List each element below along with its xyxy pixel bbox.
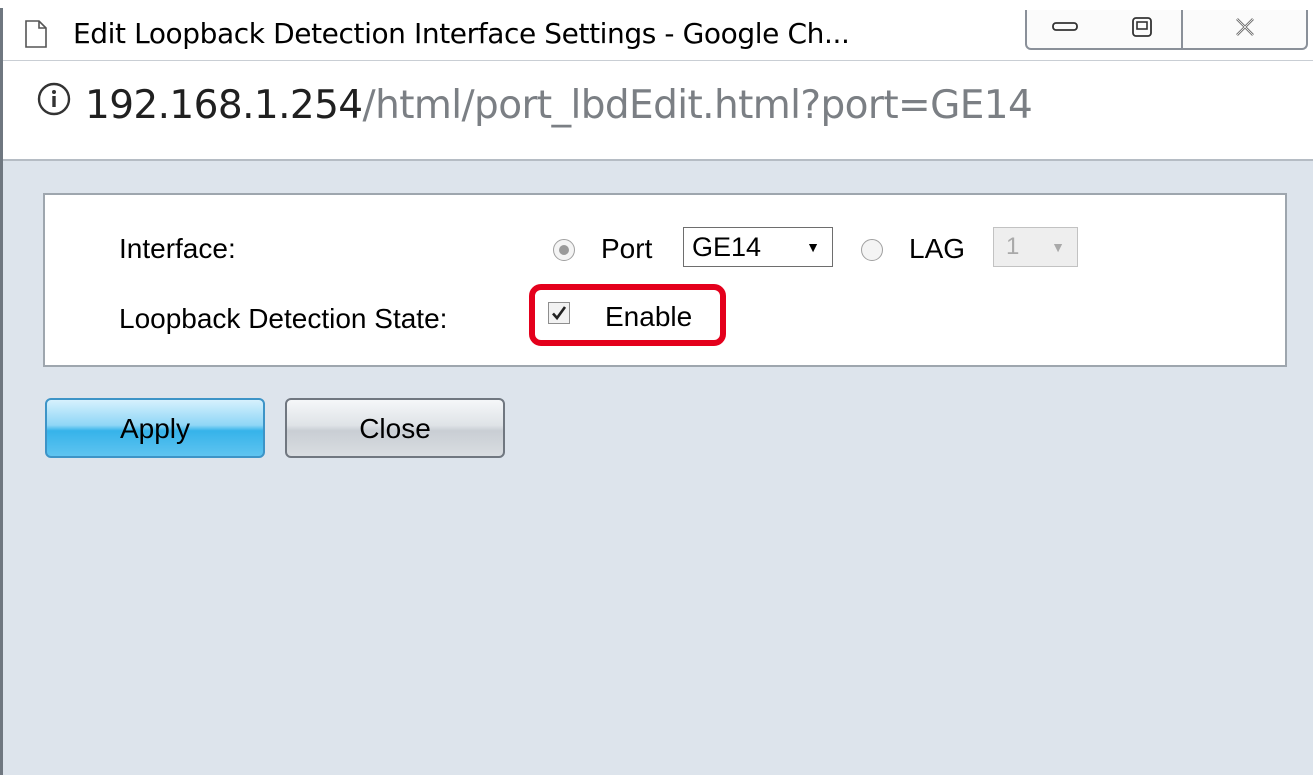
close-button[interactable]: Close: [285, 398, 505, 458]
popup-window: Edit Loopback Detection Interface Settin…: [0, 8, 1313, 775]
lag-select-value: 1: [1006, 233, 1020, 260]
enable-label[interactable]: Enable: [605, 301, 692, 333]
address-bar[interactable]: 192.168.1.254/html/port_lbdEdit.html?por…: [3, 61, 1313, 161]
checkmark-icon: [552, 306, 567, 321]
page-icon: [25, 20, 47, 53]
window-close-button[interactable]: [1183, 10, 1308, 50]
dropdown-arrow-icon: ▼: [806, 239, 820, 255]
url-path: /html/port_lbdEdit.html?port=GE14: [362, 83, 1033, 128]
url-host: 192.168.1.254: [85, 83, 363, 128]
lag-select[interactable]: 1 ▼: [993, 227, 1078, 267]
dropdown-arrow-icon: ▼: [1051, 239, 1065, 255]
port-radio[interactable]: [553, 239, 575, 261]
lag-radio[interactable]: [861, 239, 883, 261]
port-select[interactable]: GE14 ▼: [683, 227, 833, 267]
port-select-value: GE14: [692, 232, 762, 262]
minimize-button[interactable]: [1025, 10, 1105, 50]
interface-label: Interface:: [119, 233, 236, 264]
maximize-icon: [1131, 16, 1153, 43]
window-title: Edit Loopback Detection Interface Settin…: [73, 17, 850, 50]
info-icon[interactable]: [36, 81, 72, 122]
maximize-button[interactable]: [1103, 10, 1183, 50]
apply-button[interactable]: Apply: [45, 398, 265, 458]
settings-panel: Interface: Port GE14 ▼ LAG 1 ▼ Loopback …: [43, 193, 1287, 367]
lag-radio-label[interactable]: LAG: [909, 233, 965, 265]
loopback-detection-state-label: Loopback Detection State:: [119, 303, 448, 334]
title-bar: Edit Loopback Detection Interface Settin…: [3, 8, 1313, 61]
port-radio-label[interactable]: Port: [601, 233, 652, 265]
enable-checkbox[interactable]: [548, 302, 570, 324]
url-text[interactable]: 192.168.1.254/html/port_lbdEdit.html?por…: [85, 61, 1033, 151]
close-icon: [1233, 15, 1257, 44]
minimize-icon: [1052, 20, 1078, 38]
